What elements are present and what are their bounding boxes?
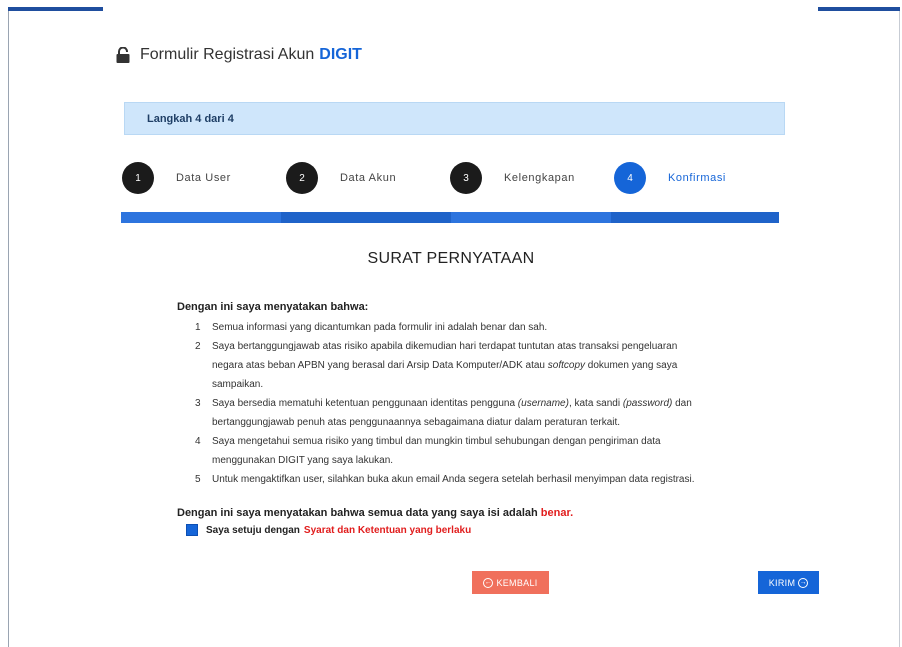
item-text-line: negara atas beban APBN yang berasal dari… [212, 360, 545, 371]
terms-link[interactable]: Syarat dan Ketentuan yang berlaku [304, 525, 471, 536]
agree-checkbox[interactable] [186, 524, 198, 536]
step-kelengkapan[interactable]: 3 Kelengkapan [450, 162, 575, 194]
brand-name: DIGIT [319, 46, 362, 63]
step-label: Data Akun [340, 172, 397, 184]
statement-heading: SURAT PERNYATAAN [367, 250, 535, 267]
item-text-line: , kata sandi [568, 398, 621, 409]
item-text-line: dan [675, 398, 692, 409]
step-data-akun[interactable]: 2 Data Akun [286, 162, 396, 194]
step-data-user[interactable]: 1 Data User [122, 162, 231, 194]
agree-label: Saya setuju dengan [206, 524, 300, 536]
title-text: Formulir Registrasi Akun [140, 46, 315, 63]
item-text: Saya bersedia mematuhi ketentuan penggun… [212, 394, 692, 432]
step-progress-bar [121, 212, 779, 223]
confirm-text: Dengan ini saya menyatakan bahwa semua d… [177, 507, 538, 519]
item-text-line: menggunakan DIGIT yang saya lakukan. [212, 455, 394, 466]
progress-segment [121, 212, 281, 223]
item-number: 3 [195, 398, 201, 409]
arrow-right-circle-icon: → [798, 577, 809, 588]
list-item: 1 Semua informasi yang dicantumkan pada … [195, 318, 735, 337]
unlock-icon [116, 46, 130, 63]
send-button[interactable]: KIRIM → [758, 571, 819, 594]
stepper: 1 Data User 2 Data Akun 3 Kelengkapan 4 … [120, 162, 780, 194]
item-text-line: Saya bertanggungjawab atas risiko apabil… [212, 341, 678, 352]
back-button[interactable]: ← KEMBALI [472, 571, 549, 594]
step-konfirmasi[interactable]: 4 Konfirmasi [614, 162, 726, 194]
arrow-left-circle-icon: ← [483, 577, 494, 588]
item-text: Semua informasi yang dicantumkan pada fo… [212, 322, 548, 333]
item-number: 1 [195, 322, 201, 333]
step-number: 2 [286, 162, 318, 194]
top-accent-line-left [8, 7, 103, 11]
list-item: 2 Saya bertanggungjawab atas risiko apab… [195, 337, 735, 394]
top-accent-line-right [818, 7, 900, 11]
step-number: 4 [614, 162, 646, 194]
step-number: 1 [122, 162, 154, 194]
confirm-statement: Dengan ini saya menyatakan bahwa semua d… [177, 507, 573, 519]
agree-checkbox-row[interactable]: Saya setuju dengan Syarat dan Ketentuan … [186, 524, 471, 536]
item-text: Saya bertanggungjawab atas risiko apabil… [212, 337, 677, 394]
step-label: Data User [176, 172, 231, 184]
step-banner-text: Langkah 4 dari 4 [147, 113, 234, 125]
step-banner: Langkah 4 dari 4 [124, 102, 785, 135]
confirm-highlight: benar. [540, 507, 574, 519]
item-number: 5 [195, 474, 201, 485]
back-button-label: KEMBALI [496, 577, 538, 588]
list-item: 5 Untuk mengaktifkan user, silahkan buka… [195, 470, 735, 489]
item-text-line: Saya bersedia mematuhi ketentuan penggun… [212, 398, 516, 409]
item-text-line: sampaikan. [212, 379, 264, 390]
item-text-line: bertanggungjawab penuh atas penggunaanny… [212, 417, 621, 428]
item-text-italic: (username) [517, 398, 569, 409]
list-item: 4 Saya mengetahui semua risiko yang timb… [195, 432, 735, 470]
item-number: 4 [195, 436, 201, 447]
item-text: Untuk mengaktifkan user, silahkan buka a… [212, 474, 695, 485]
statement-list: 1 Semua informasi yang dicantumkan pada … [195, 318, 735, 489]
item-text-italic: softcopy [547, 360, 586, 371]
page-title: Formulir Registrasi Akun DIGIT [116, 46, 362, 64]
send-button-label: KIRIM [768, 577, 796, 588]
frame-right-border [899, 7, 900, 647]
step-number: 3 [450, 162, 482, 194]
frame-left-border [8, 7, 9, 647]
item-text: Saya mengetahui semua risiko yang timbul… [212, 432, 661, 470]
step-label: Konfirmasi [668, 172, 726, 184]
progress-segment [451, 212, 611, 223]
item-text-line: dokumen yang saya [587, 360, 678, 371]
step-label: Kelengkapan [504, 172, 575, 184]
item-number: 2 [195, 341, 201, 352]
list-item: 3 Saya bersedia mematuhi ketentuan pengg… [195, 394, 735, 432]
item-text-line: Saya mengetahui semua risiko yang timbul… [212, 436, 661, 447]
item-text-italic: (password) [622, 398, 673, 409]
statement-intro: Dengan ini saya menyatakan bahwa: [177, 301, 369, 313]
